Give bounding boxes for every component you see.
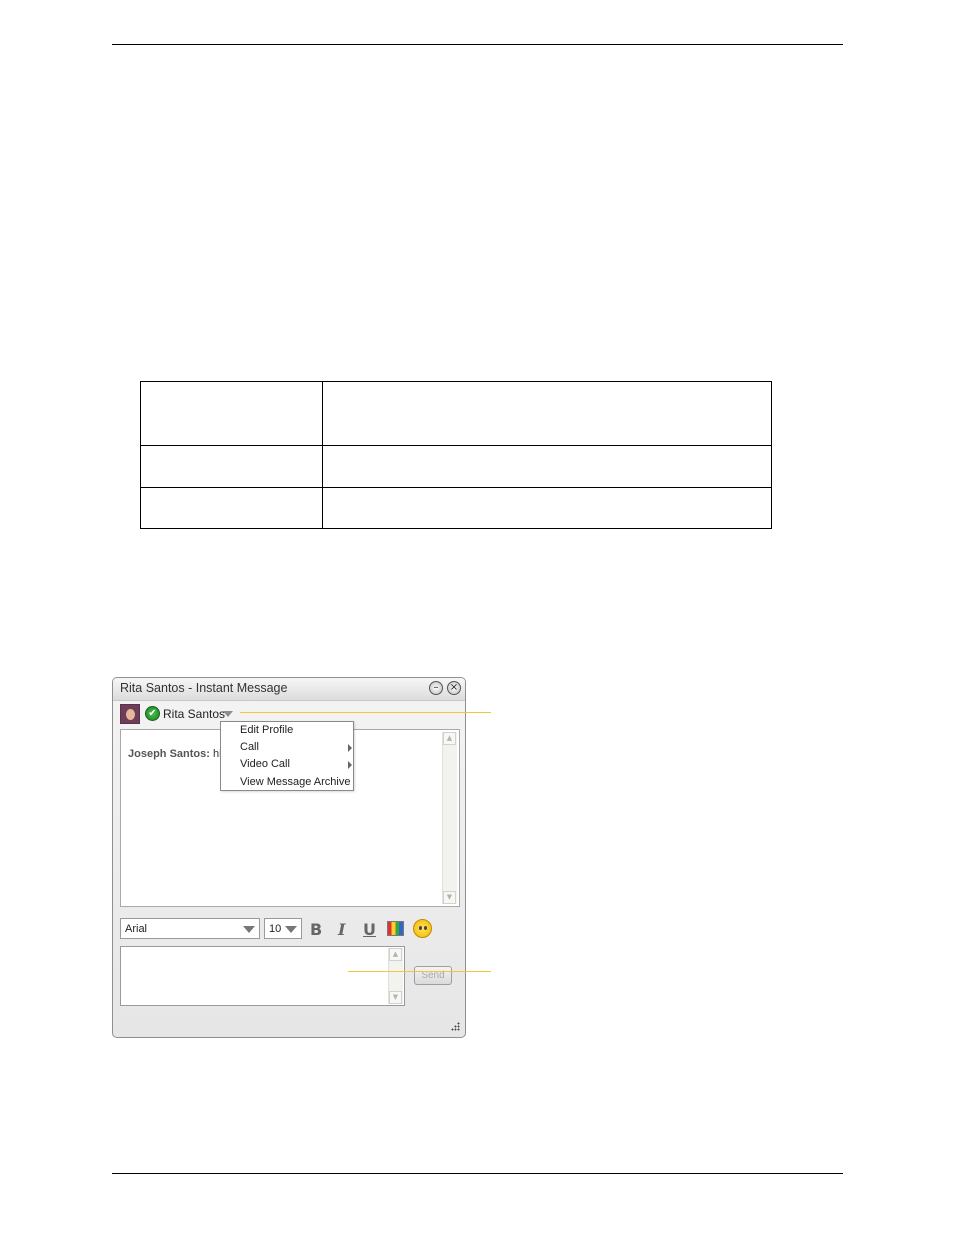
instant-message-window: Rita Santos - Instant Message – × ✔ Rita… <box>112 677 466 1038</box>
minimize-icon[interactable]: – <box>429 681 443 695</box>
history-scrollbar[interactable]: ▲ ▼ <box>442 732 457 904</box>
close-icon[interactable]: × <box>447 681 461 695</box>
font-family-select[interactable]: Arial <box>120 918 260 939</box>
callout-line <box>348 971 491 972</box>
window-title: Rita Santos - Instant Message <box>120 681 288 695</box>
chevron-down-icon[interactable] <box>223 711 233 717</box>
contact-context-menu: Edit Profile Call Video Call View Messag… <box>220 721 354 791</box>
footer-rule <box>112 1173 843 1174</box>
title-bar[interactable]: Rita Santos - Instant Message – × <box>113 678 465 701</box>
text-color-icon[interactable] <box>387 921 404 936</box>
scroll-up-icon[interactable]: ▲ <box>389 948 402 961</box>
table-cell <box>140 381 323 446</box>
callout-line <box>240 712 491 713</box>
menu-item-edit-profile[interactable]: Edit Profile <box>240 724 293 736</box>
avatar[interactable] <box>120 704 140 724</box>
menu-item-view-message-archive[interactable]: View Message Archive <box>240 776 350 788</box>
font-size-select[interactable]: 10 <box>264 918 302 939</box>
menu-item-call[interactable]: Call <box>240 741 259 753</box>
compose-scrollbar[interactable]: ▲ ▼ <box>388 948 403 1004</box>
dropdown-arrow-icon <box>243 926 255 933</box>
bold-icon[interactable]: B <box>310 920 322 939</box>
table-cell <box>140 487 323 529</box>
compose-box: ▲ ▼ <box>120 946 405 1006</box>
scroll-down-icon[interactable]: ▼ <box>389 991 402 1004</box>
resize-grip-icon[interactable] <box>451 1022 460 1031</box>
table-cell <box>322 445 772 488</box>
table-cell <box>322 381 772 446</box>
contact-name[interactable]: Rita Santos <box>163 707 225 721</box>
font-size-value: 10 <box>269 923 282 935</box>
submenu-arrow-icon <box>348 744 352 752</box>
submenu-arrow-icon <box>348 761 352 769</box>
table-cell <box>322 487 772 529</box>
online-status-icon: ✔ <box>145 706 160 721</box>
document-table <box>140 381 772 529</box>
scroll-up-icon[interactable]: ▲ <box>443 732 456 745</box>
emoticon-icon[interactable] <box>413 919 432 938</box>
header-rule <box>112 44 843 45</box>
message-input[interactable] <box>123 949 385 1003</box>
history-message: Joseph Santos: hi <box>128 748 222 760</box>
italic-icon[interactable]: I <box>338 920 345 939</box>
menu-item-video-call[interactable]: Video Call <box>240 758 290 770</box>
scroll-down-icon[interactable]: ▼ <box>443 891 456 904</box>
font-family-value: Arial <box>125 923 148 935</box>
send-button[interactable]: Send <box>414 966 452 985</box>
table-cell <box>140 445 323 488</box>
underline-icon[interactable]: U <box>363 920 376 939</box>
dropdown-arrow-icon <box>285 926 297 933</box>
message-sender: Joseph Santos: <box>128 748 210 760</box>
